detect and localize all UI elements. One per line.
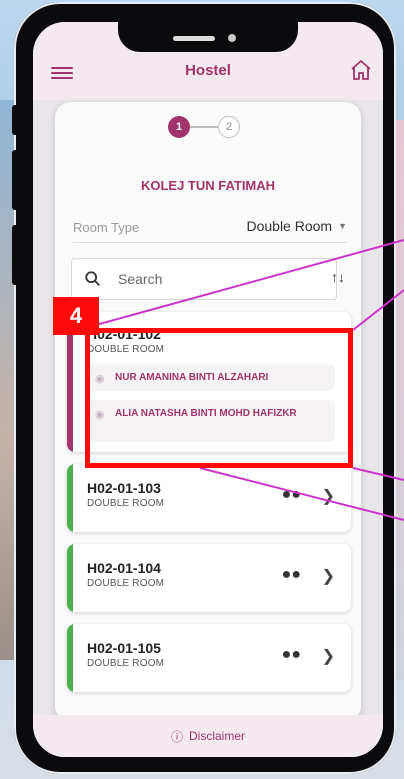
college-name: KOLEJ TUN FATIMAH bbox=[140, 178, 276, 193]
room-type-label: Room Type bbox=[73, 220, 140, 235]
step-2[interactable]: 2 bbox=[218, 116, 240, 138]
info-icon: ⓘ bbox=[170, 729, 183, 744]
dropdown-arrow-icon: ▼ bbox=[338, 221, 347, 231]
chevron-right-icon[interactable]: ❯ bbox=[322, 566, 335, 586]
phone-side-button bbox=[12, 225, 22, 285]
room-status-accent bbox=[67, 464, 73, 532]
occupancy-icon: ●● bbox=[281, 486, 301, 503]
room-code: H02-01-104 bbox=[87, 560, 161, 576]
chevron-right-icon[interactable]: ❯ bbox=[322, 646, 335, 666]
stepper: 1 2 bbox=[168, 116, 240, 138]
search-placeholder: Search bbox=[118, 271, 163, 287]
home-icon[interactable] bbox=[349, 58, 373, 82]
room-code: H02-01-105 bbox=[87, 640, 161, 656]
phone-side-button bbox=[12, 105, 22, 135]
divider bbox=[73, 242, 347, 243]
step-connector bbox=[190, 126, 218, 128]
disclaimer-link[interactable]: ⓘ Disclaimer bbox=[33, 715, 383, 757]
occupancy-icon: ●● bbox=[281, 566, 301, 583]
room-status-accent bbox=[67, 544, 73, 612]
annotation-number-badge: 4 bbox=[53, 297, 99, 335]
room-card-h02-01-105[interactable]: H02-01-105 DOUBLE ROOM ●● ❯ bbox=[67, 624, 351, 692]
chevron-right-icon[interactable]: ❯ bbox=[322, 486, 335, 506]
room-type: DOUBLE ROOM bbox=[87, 578, 165, 589]
room-card-h02-01-103[interactable]: H02-01-103 DOUBLE ROOM ●● ❯ bbox=[67, 464, 351, 532]
room-card-h02-01-104[interactable]: H02-01-104 DOUBLE ROOM ●● ❯ bbox=[67, 544, 351, 612]
room-type-value: Double Room bbox=[246, 218, 333, 234]
room-type: DOUBLE ROOM bbox=[87, 498, 165, 509]
phone-notch bbox=[118, 22, 298, 52]
room-code: H02-01-103 bbox=[87, 480, 161, 496]
phone-side-button bbox=[12, 150, 22, 210]
search-input[interactable]: Search bbox=[71, 258, 337, 300]
room-type: DOUBLE ROOM bbox=[87, 658, 165, 669]
room-status-accent bbox=[67, 624, 73, 692]
room-type-select[interactable]: Double Room ▼ bbox=[246, 218, 347, 234]
disclaimer-label: Disclaimer bbox=[189, 729, 246, 743]
app-title: Hostel bbox=[185, 62, 231, 79]
sort-icon[interactable]: ↑↓ bbox=[331, 269, 345, 285]
search-icon bbox=[85, 271, 100, 286]
occupancy-icon: ●● bbox=[281, 646, 301, 663]
step-1[interactable]: 1 bbox=[168, 116, 190, 138]
annotation-highlight-box bbox=[85, 328, 353, 468]
